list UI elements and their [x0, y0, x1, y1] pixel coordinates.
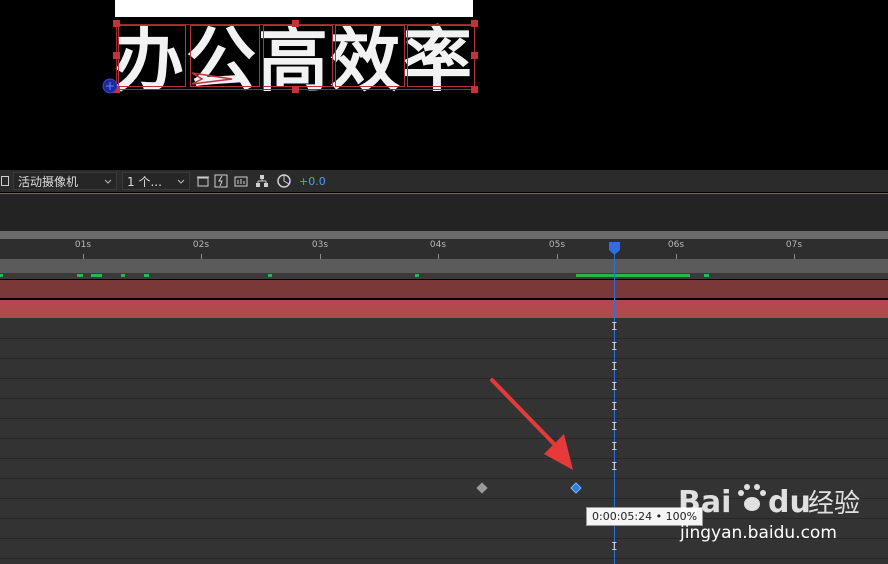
in-marker-icon: I [611, 400, 618, 413]
anchor-point-icon[interactable] [101, 77, 121, 95]
in-marker-icon: I [611, 360, 618, 373]
row-divider [0, 358, 888, 359]
transform-handle[interactable] [471, 52, 478, 59]
transform-handle[interactable] [292, 20, 299, 27]
work-area-bar[interactable] [0, 259, 888, 273]
tick-label: 01s [74, 240, 92, 250]
playhead-handle-icon[interactable] [609, 242, 620, 255]
cache-segment [576, 274, 690, 277]
views-dropdown[interactable]: 1 个... [122, 172, 190, 190]
row-divider [0, 398, 888, 399]
cache-segment [77, 274, 83, 277]
transform-handle[interactable] [471, 20, 478, 27]
camera-dropdown[interactable]: 活动摄像机 [13, 172, 117, 190]
svg-text:du: du [768, 485, 811, 520]
views-dropdown-label: 1 个... [127, 174, 162, 189]
viewer-toolbar: 活动摄像机 1 个... +0.0 [0, 170, 888, 192]
flowchart-icon[interactable] [252, 173, 272, 189]
camera-dropdown-label: 活动摄像机 [18, 174, 79, 189]
tick-label: 05s [548, 240, 566, 250]
char-box-1 [118, 25, 186, 87]
cache-segment [144, 274, 149, 277]
in-marker-icon: I [611, 380, 618, 393]
time-navigator-bar[interactable] [0, 231, 888, 239]
reset-exposure-icon[interactable] [194, 173, 212, 189]
timeline-icon[interactable] [230, 173, 252, 189]
row-divider [0, 418, 888, 419]
in-marker-icon: I [611, 420, 618, 433]
cache-segment [415, 274, 419, 277]
cache-segment [0, 274, 3, 277]
transform-handle[interactable] [471, 86, 478, 93]
row-divider [0, 378, 888, 379]
in-marker-icon: I [611, 540, 618, 553]
transform-handle[interactable] [292, 86, 299, 93]
transform-handle[interactable] [113, 52, 120, 59]
tick-label: 02s [192, 240, 210, 250]
timeline-header [0, 193, 888, 231]
in-marker-icon: I [611, 340, 618, 353]
cache-segment [91, 274, 102, 277]
exposure-icon[interactable] [274, 173, 294, 189]
in-marker-icon: I [611, 440, 618, 453]
exposure-value[interactable]: +0.0 [299, 175, 326, 188]
in-marker-icon: I [611, 460, 618, 473]
tick-label: 04s [429, 240, 447, 250]
grid-toggle-icon[interactable] [0, 173, 10, 189]
char-box-5 [407, 25, 475, 87]
render-cache-bar [0, 273, 888, 279]
svg-text:经验: 经验 [808, 489, 860, 519]
motion-arrow-icon [191, 72, 233, 85]
composition-viewer[interactable]: 办公高效率 [0, 0, 888, 170]
tick-label: 07s [785, 240, 803, 250]
layer-duration-bar-selected[interactable] [0, 300, 888, 318]
chevron-down-icon [104, 174, 112, 188]
fast-preview-icon[interactable] [212, 173, 230, 189]
watermark-url: jingyan.baidu.com [680, 523, 837, 543]
time-ruler[interactable]: 01s 02s 03s 04s 05s 06s 07s [0, 239, 888, 259]
char-box-4 [335, 25, 405, 87]
layer-duration-bar[interactable] [0, 280, 888, 298]
char-box-3 [263, 25, 333, 87]
cache-segment [704, 274, 709, 277]
in-marker-icon: I [611, 320, 618, 333]
transform-handle[interactable] [113, 20, 120, 27]
cache-segment [121, 274, 125, 277]
tick-label: 06s [667, 240, 685, 250]
annotation-arrow-icon [490, 378, 573, 470]
row-divider [0, 458, 888, 459]
row-divider [0, 338, 888, 339]
tick-label: 03s [311, 240, 329, 250]
row-divider [0, 558, 888, 559]
cache-segment [268, 274, 272, 277]
chevron-down-icon [177, 174, 185, 188]
row-divider [0, 438, 888, 439]
svg-text:Bai: Bai [678, 485, 731, 520]
